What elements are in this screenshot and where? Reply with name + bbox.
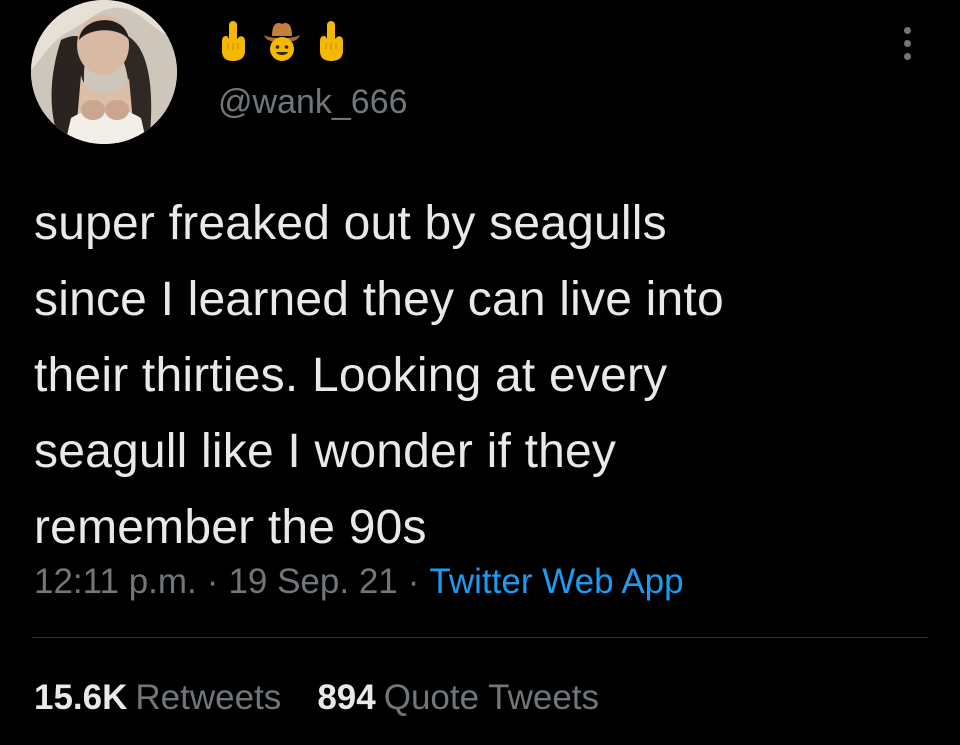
retweets-stat[interactable]: 15.6K Retweets bbox=[34, 676, 281, 720]
avatar[interactable] bbox=[31, 0, 177, 144]
tweet-meta: 12:11 p.m. · 19 Sep. 21 · Twitter Web App bbox=[34, 558, 684, 606]
retweets-count: 15.6K bbox=[34, 678, 128, 717]
quote-tweets-label: Quote Tweets bbox=[383, 678, 600, 717]
tweet-date[interactable]: 19 Sep. 21 bbox=[228, 562, 397, 601]
more-dot-icon bbox=[903, 52, 911, 60]
middle-finger-emoji-icon bbox=[222, 21, 245, 61]
middle-finger-emoji-icon bbox=[320, 21, 343, 61]
tweet-source-link[interactable]: Twitter Web App bbox=[429, 562, 683, 601]
avatar-image bbox=[31, 0, 177, 144]
divider bbox=[32, 637, 928, 638]
user-handle[interactable]: @wank_666 bbox=[218, 82, 408, 122]
meta-separator: · bbox=[206, 562, 219, 601]
tweet-time[interactable]: 12:11 p.m. bbox=[34, 562, 197, 601]
quote-tweets-stat[interactable]: 894 Quote Tweets bbox=[317, 676, 599, 720]
retweets-label: Retweets bbox=[135, 678, 282, 717]
tweet-stats: 15.6K Retweets 894 Quote Tweets bbox=[34, 676, 599, 720]
more-dot-icon bbox=[903, 39, 911, 47]
quote-tweets-count: 894 bbox=[317, 678, 376, 717]
tweet-text: super freaked out by seagulls since I le… bbox=[34, 197, 724, 554]
cowboy-face-emoji-icon bbox=[264, 23, 300, 61]
more-dot-icon bbox=[903, 26, 911, 34]
more-options-button[interactable] bbox=[892, 20, 922, 66]
display-name[interactable] bbox=[218, 16, 346, 66]
meta-separator: · bbox=[407, 562, 420, 601]
